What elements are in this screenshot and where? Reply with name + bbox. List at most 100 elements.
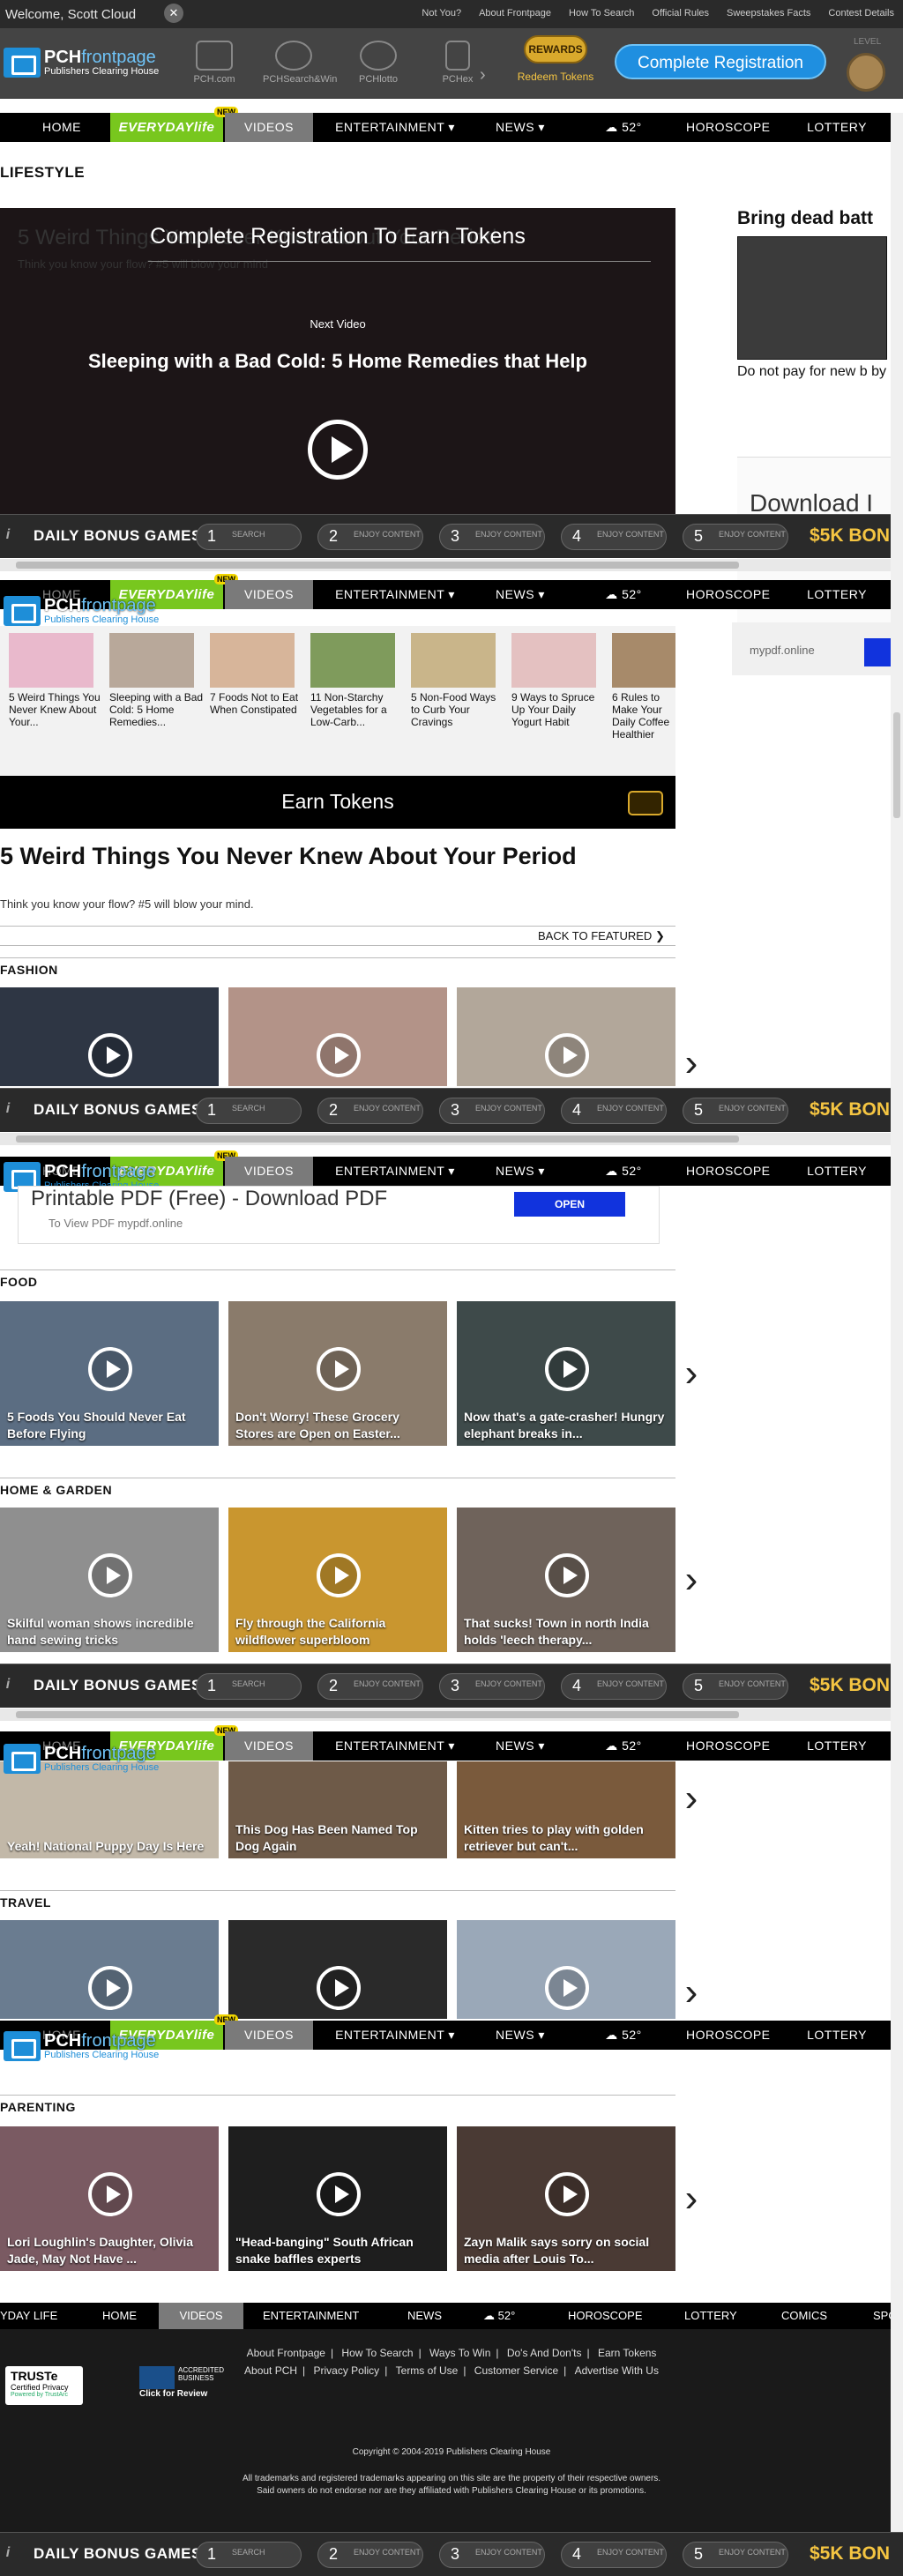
carousel-next-icon[interactable]: ›: [681, 1347, 702, 1400]
footer-link[interactable]: Ways To Win: [429, 2347, 490, 2359]
level-coin-icon[interactable]: [847, 53, 885, 92]
video-card[interactable]: That sucks! Town in north India holds 'l…: [457, 1508, 675, 1652]
bonus-step-2[interactable]: 2 ENJOY CONTENT: [317, 2542, 423, 2568]
back-to-featured-link[interactable]: BACK TO FEATURED ❯: [538, 929, 665, 943]
nav-horoscope[interactable]: HOROSCOPE: [686, 580, 770, 609]
top-link-contest[interactable]: Contest Details: [828, 8, 894, 19]
bonus-step-2[interactable]: 2 ENJOY CONTENT: [317, 524, 423, 550]
info-icon[interactable]: i: [0, 2545, 16, 2563]
video-card[interactable]: "Head-banging" South African snake baffl…: [228, 2126, 447, 2271]
footer-link[interactable]: Do's And Don'ts: [507, 2347, 582, 2359]
nav-horoscope[interactable]: HOROSCOPE: [686, 1157, 770, 1186]
play-icon[interactable]: [308, 420, 368, 480]
top-link-about[interactable]: About Frontpage: [479, 8, 551, 19]
carousel-next-icon[interactable]: ›: [681, 2172, 702, 2225]
scrollbar-thumb[interactable]: [16, 1711, 739, 1718]
bonus-step-4[interactable]: 4 ENJOY CONTENT: [561, 1673, 667, 1700]
video-card[interactable]: This Dog Has Been Named Top Dog Again: [228, 1761, 447, 1858]
carousel-next-icon[interactable]: ›: [681, 1966, 702, 2019]
footer-nav-videos[interactable]: VIDEOS: [159, 2303, 243, 2329]
bonus-step-5[interactable]: 5 ENJOY CONTENT: [683, 2542, 788, 2568]
scrollbar-thumb[interactable]: [893, 712, 900, 818]
pch-search-link[interactable]: PCHSearch&Win: [263, 41, 337, 85]
video-card[interactable]: [457, 1920, 675, 2019]
bonus-step-4[interactable]: 4 ENJOY CONTENT: [561, 2542, 667, 2568]
bonus-step-1[interactable]: 1 SEARCH: [196, 524, 302, 550]
floating-pch-logo[interactable]: PCHfrontpagePublishers Clearing House: [4, 596, 159, 626]
info-icon[interactable]: i: [0, 1101, 16, 1119]
nav-weather[interactable]: ☁ 52°: [593, 1731, 654, 1761]
video-card[interactable]: Yeah! National Puppy Day Is Here: [0, 1761, 219, 1858]
video-card[interactable]: Now that's a gate-crasher! Hungry elepha…: [457, 1301, 675, 1446]
nav-news[interactable]: NEWS ▾: [494, 580, 547, 609]
nav-news[interactable]: NEWS ▾: [494, 113, 547, 142]
video-card[interactable]: Kitten tries to play with golden retriev…: [457, 1761, 675, 1858]
footer-link[interactable]: Customer Service: [474, 2364, 558, 2377]
horizontal-scrollbar[interactable]: [0, 559, 891, 571]
bonus-step-3[interactable]: 3 ENJOY CONTENT: [439, 1098, 545, 1124]
bonus-step-4[interactable]: 4 ENJOY CONTENT: [561, 524, 667, 550]
nav-everyday-life[interactable]: EVERYDAYlife: [110, 113, 223, 142]
video-player[interactable]: 5 Weird Things You Never Knew About Your…: [0, 208, 675, 518]
truste-badge[interactable]: TRUSTe Certified Privacy Powered by Trus…: [5, 2366, 83, 2405]
nav-entertainment[interactable]: ENTERTAINMENT ▾: [333, 1157, 457, 1186]
video-card[interactable]: [0, 987, 219, 1086]
footer-link[interactable]: Earn Tokens: [598, 2347, 657, 2359]
bonus-step-1[interactable]: 1 SEARCH: [196, 1673, 302, 1700]
nav-lottery[interactable]: LOTTERY: [802, 2021, 871, 2050]
playlist-item[interactable]: 7 Foods Not to Eat When Constipated: [210, 633, 304, 774]
playlist-item[interactable]: 11 Non-Starchy Vegetables for a Low-Carb…: [310, 633, 405, 774]
nav-lottery[interactable]: LOTTERY: [802, 113, 871, 142]
scrollbar-thumb[interactable]: [16, 562, 739, 569]
info-icon[interactable]: i: [0, 527, 16, 545]
nav-lottery[interactable]: LOTTERY: [802, 1157, 871, 1186]
top-link-official-rules[interactable]: Official Rules: [652, 8, 709, 19]
bonus-step-1[interactable]: 1 SEARCH: [196, 1098, 302, 1124]
playlist-item[interactable]: 9 Ways to Spruce Up Your Daily Yogurt Ha…: [511, 633, 606, 774]
nav-weather[interactable]: ☁ 52°: [593, 113, 654, 142]
bonus-step-5[interactable]: 5 ENJOY CONTENT: [683, 524, 788, 550]
bonus-step-5[interactable]: 5 ENJOY CONTENT: [683, 1673, 788, 1700]
footer-nav-comics[interactable]: COMICS: [781, 2303, 827, 2329]
carousel-next-icon[interactable]: ›: [681, 1037, 702, 1090]
nav-videos[interactable]: VIDEOS: [225, 1157, 313, 1186]
top-link-not-you[interactable]: Not You?: [422, 8, 461, 19]
info-icon[interactable]: i: [0, 1677, 16, 1694]
nav-horoscope[interactable]: HOROSCOPE: [686, 2021, 770, 2050]
bonus-step-4[interactable]: 4 ENJOY CONTENT: [561, 1098, 667, 1124]
nav-videos[interactable]: VIDEOS: [225, 580, 313, 609]
vertical-scrollbar[interactable]: [891, 113, 903, 2532]
floating-pch-logo[interactable]: PCHfrontpagePublishers Clearing House: [4, 1744, 159, 1774]
top-link-sweepstakes[interactable]: Sweepstakes Facts: [727, 8, 810, 19]
nav-weather[interactable]: ☁ 52°: [593, 1157, 654, 1186]
video-card[interactable]: Lori Loughlin's Daughter, Olivia Jade, M…: [0, 2126, 219, 2271]
nav-entertainment[interactable]: ENTERTAINMENT ▾: [333, 2021, 457, 2050]
footer-nav-news[interactable]: NEWS: [407, 2303, 442, 2329]
nav-home[interactable]: HOME: [35, 113, 88, 142]
nav-horoscope[interactable]: HOROSCOPE: [686, 113, 770, 142]
bonus-step-3[interactable]: 3 ENJOY CONTENT: [439, 1673, 545, 1700]
close-icon[interactable]: ✕: [164, 4, 183, 23]
video-card[interactable]: Skilful woman shows incredible hand sewi…: [0, 1508, 219, 1652]
carousel-next-icon[interactable]: ›: [681, 1772, 702, 1825]
pdf-ad[interactable]: Printable PDF (Free) - Download PDF To V…: [18, 1186, 660, 1244]
chevron-right-icon[interactable]: ›: [480, 65, 486, 86]
complete-registration-button[interactable]: Complete Registration: [615, 44, 826, 79]
earn-tokens-bar[interactable]: Earn Tokens: [0, 776, 675, 829]
scrollbar-thumb[interactable]: [16, 1135, 739, 1143]
video-card[interactable]: [228, 987, 447, 1086]
nav-news[interactable]: NEWS ▾: [494, 1731, 547, 1761]
footer-nav-everyday[interactable]: YDAY LIFE: [0, 2303, 57, 2329]
right-ad[interactable]: Bring dead batt Do not pay for new b by …: [737, 208, 903, 428]
footer-link[interactable]: How To Search: [341, 2347, 413, 2359]
video-card[interactable]: Fly through the California wildflower su…: [228, 1508, 447, 1652]
nav-weather[interactable]: ☁ 52°: [593, 580, 654, 609]
video-card[interactable]: [228, 1920, 447, 2019]
playlist-item[interactable]: Sleeping with a Bad Cold: 5 Home Remedie…: [109, 633, 204, 774]
footer-link[interactable]: About Frontpage: [247, 2347, 325, 2359]
bonus-step-2[interactable]: 2 ENJOY CONTENT: [317, 1098, 423, 1124]
nav-horoscope[interactable]: HOROSCOPE: [686, 1731, 770, 1761]
footer-nav-home[interactable]: HOME: [102, 2303, 137, 2329]
playlist-item[interactable]: 5 Non-Food Ways to Curb Your Cravings: [411, 633, 505, 774]
pch-logo[interactable]: PCHfrontpage Publishers Clearing House: [4, 48, 159, 78]
